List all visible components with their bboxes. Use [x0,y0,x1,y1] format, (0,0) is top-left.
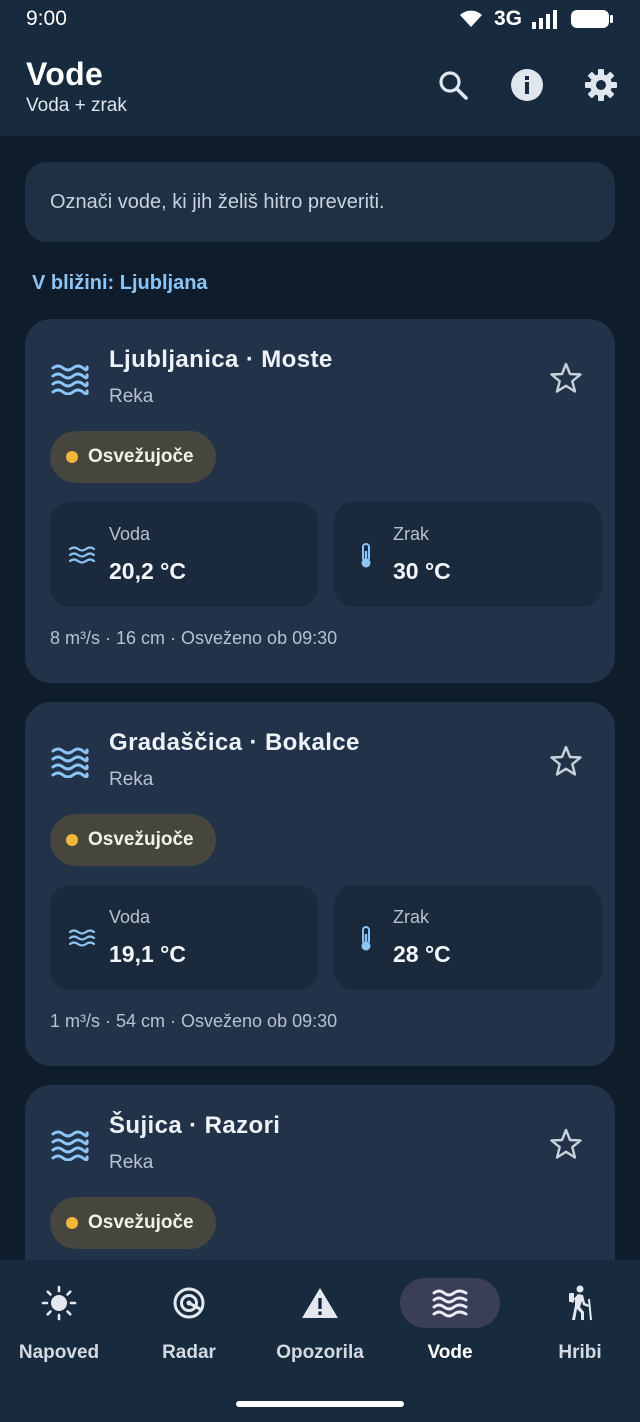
water-icon [68,546,96,564]
water-card[interactable]: Gradaščica · Bokalce Reka Osvežujoče Vod… [25,702,615,1066]
status-icons: 3G [458,7,614,31]
warning-icon [302,1288,338,1318]
wifi-icon [459,10,482,27]
water-temperature-tile: Voda 19,1 °C [50,885,318,990]
water-temperature: 20,2 °C [109,558,186,584]
water-type: Reka [109,386,154,407]
nav-icon-container [9,1278,109,1328]
nav-label: Vode [427,1342,473,1363]
hiker-icon [569,1285,592,1321]
water-details: 1 m³/s · 54 cm · Osveženo ob 09:30 [50,1011,338,1031]
thermometer-icon [361,926,371,951]
status-dot [66,834,78,846]
water-type: Reka [109,1152,154,1173]
waves-icon [432,1289,468,1318]
water-label: Voda [109,524,151,544]
gear-icon [585,69,617,101]
favorite-star-icon[interactable] [549,744,583,778]
nav-item-opozorila[interactable]: Opozorila [255,1278,385,1378]
network-type: 3G [493,7,522,30]
water-card[interactable]: Šujica · Razori Reka Osvežujoče [25,1085,615,1260]
settings-button[interactable] [584,68,618,102]
section-label-nearby: V bližini: Ljubljana [32,272,208,294]
nav-icon-container [139,1278,239,1328]
water-card[interactable]: Ljubljanica · Moste Reka Osvežujoče Voda… [25,319,615,683]
water-name: Gradaščica · Bokalce [109,729,360,756]
content-scroll[interactable]: Označi vode, ki jih želiš hitro preverit… [0,136,640,1260]
water-icon [68,929,96,947]
status-badge-label: Osvežujoče [88,1212,194,1233]
nav-label: Napoved [18,1342,100,1363]
radar-icon [173,1287,205,1319]
nav-item-vode[interactable]: Vode [385,1278,515,1378]
battery-icon [571,10,613,28]
air-temperature-tile: Zrak 28 °C [334,885,602,990]
app-bar-actions [436,68,618,102]
water-details: 8 m³/s · 16 cm · Osveženo ob 09:30 [50,628,338,648]
status-time: 9:00 [26,7,67,30]
status-dot [66,451,78,463]
favorite-star-icon[interactable] [549,361,583,395]
nav-icon-container [400,1278,500,1328]
search-button[interactable] [436,68,470,102]
status-dot [66,1217,78,1229]
water-name: Ljubljanica · Moste [109,346,333,373]
water-label: Voda [109,907,151,927]
favorites-hint: Označi vode, ki jih želiš hitro preverit… [25,162,615,242]
water-name: Šujica · Razori [109,1112,281,1139]
air-temperature: 30 °C [393,558,451,584]
home-indicator[interactable] [236,1401,404,1407]
thermometer-icon [361,543,371,568]
air-label: Zrak [393,524,429,544]
status-badge-label: Osvežujoče [88,446,194,467]
water-temperature: 19,1 °C [109,941,186,967]
status-badge: Osvežujoče [50,431,216,483]
status-badge: Osvežujoče [50,814,216,866]
favorite-star-icon[interactable] [549,1127,583,1161]
status-bar: 9:00 3G [0,0,640,38]
nav-label: Hribi [558,1342,602,1363]
sun-icon [41,1285,77,1321]
nav-icon-container [270,1278,370,1328]
nav-item-hribi[interactable]: Hribi [515,1278,640,1378]
air-label: Zrak [393,907,429,927]
status-badge: Osvežujoče [50,1197,216,1249]
water-temperature-tile: Voda 20,2 °C [50,502,318,607]
info-icon [511,69,543,101]
nav-label: Opozorila [276,1342,364,1363]
nav-item-radar[interactable]: Radar [124,1278,254,1378]
nav-item-napoved[interactable]: Napoved [0,1278,124,1378]
waves-icon [51,364,89,395]
air-temperature: 28 °C [393,941,451,967]
app-bar: Vode Voda + zrak [0,38,640,136]
status-badge-label: Osvežujoče [88,829,194,850]
nav-icon-container [530,1278,630,1328]
waves-icon [51,1130,89,1161]
air-temperature-tile: Zrak 30 °C [334,502,602,607]
waves-icon [51,747,89,778]
search-icon [439,71,468,100]
water-type: Reka [109,769,154,790]
signal-icon [532,10,557,29]
info-button[interactable] [510,68,544,102]
bottom-navigation: Napoved Radar Opozorila Vode Hribi [0,1260,640,1422]
nav-label: Radar [162,1342,216,1363]
